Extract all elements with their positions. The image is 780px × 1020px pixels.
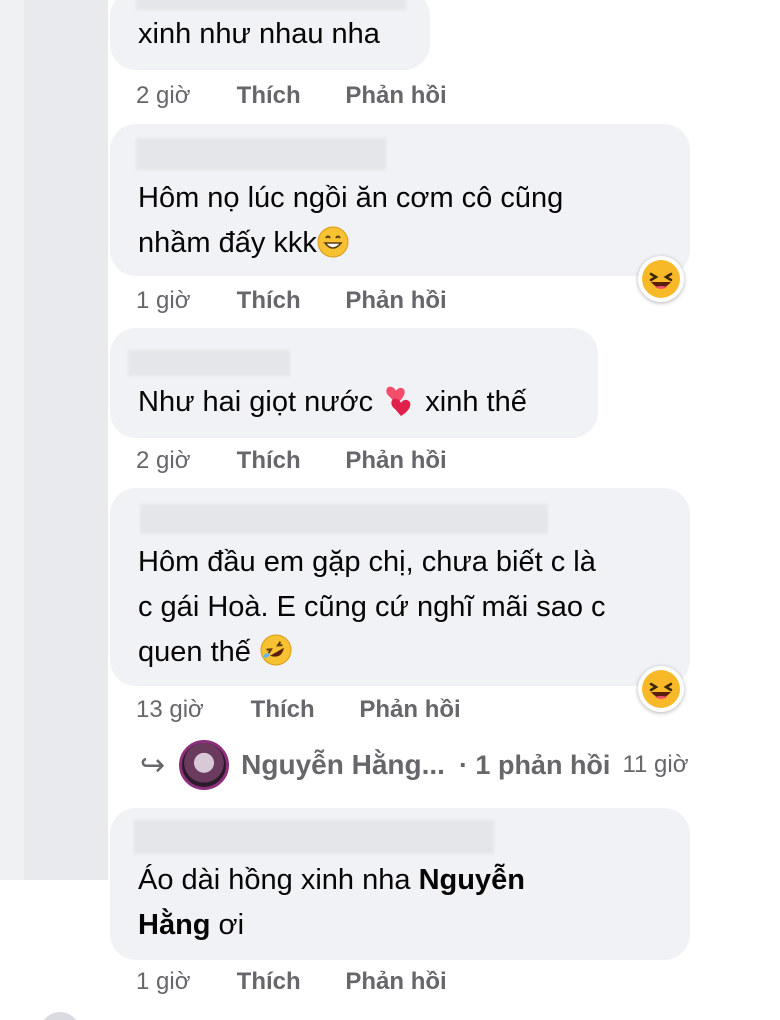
avatar (179, 740, 230, 790)
two-hearts-icon (381, 383, 417, 431)
comment-text: Hôm nọ lúc ngồi ăn cơm cô cũng nhầm đấy … (138, 176, 563, 272)
comment-bubble-5: Áo dài hồng xinh nha Nguyễn Hằng ơi (110, 808, 690, 960)
left-panel-shade (24, 0, 108, 880)
reply-button[interactable]: Phản hồi (345, 968, 446, 996)
grinning-face-icon (317, 226, 349, 272)
comment-time: 1 giờ (136, 287, 191, 314)
reply-count[interactable]: · 1 phản hồi (459, 750, 611, 781)
blurred-author-name (136, 0, 406, 10)
blurred-author-name (134, 820, 494, 854)
reply-button[interactable]: Phản hồi (345, 82, 446, 110)
mentioned-user[interactable]: Hằng (138, 909, 211, 941)
reply-author-name[interactable]: Nguyễn Hằng... (241, 749, 445, 781)
comment-bubble-2: Hôm nọ lúc ngồi ăn cơm cô cũng nhầm đấy … (110, 124, 690, 276)
reply-button[interactable]: Phản hồi (345, 287, 446, 315)
like-button[interactable]: Thích (237, 447, 339, 475)
reply-arrow-icon: ↪ (140, 748, 166, 782)
like-button[interactable]: Thích (237, 82, 339, 110)
comment-meta-1: 2 giờ Thích Phản hồi (136, 82, 447, 110)
blurred-author-name (136, 138, 386, 170)
comment-time: 13 giờ (136, 696, 204, 723)
comment-time: 2 giờ (136, 447, 191, 474)
comment-meta-2: 1 giờ Thích Phản hồi (136, 287, 447, 315)
like-button[interactable]: Thích (237, 968, 339, 996)
mentioned-user[interactable]: Nguyễn (419, 864, 525, 896)
blurred-author-name (128, 350, 290, 376)
left-panel-strip (0, 0, 108, 880)
comment-thread: xinh như nhau nha 2 giờ Thích Phản hồi H… (0, 0, 780, 1020)
laughing-face-icon[interactable] (638, 666, 684, 712)
avatar (40, 1012, 80, 1020)
reply-time: 11 giờ (622, 751, 689, 778)
comment-text: xinh như nhau nha (138, 18, 380, 50)
reply-button[interactable]: Phản hồi (345, 447, 446, 475)
comment-meta-5: 1 giờ Thích Phản hồi (136, 968, 447, 996)
laughing-face-icon[interactable] (638, 256, 684, 302)
comment-text: Hôm đầu em gặp chị, chưa biết c là c gái… (138, 540, 606, 681)
comment-text: Như hai giọt nước xinh thế (138, 380, 527, 431)
like-button[interactable]: Thích (251, 696, 353, 724)
comment-bubble-1: xinh như nhau nha (110, 0, 430, 70)
comment-time: 2 giờ (136, 82, 191, 109)
comment-time: 1 giờ (136, 968, 191, 995)
comment-meta-4: 13 giờ Thích Phản hồi (136, 696, 461, 724)
comment-meta-3: 2 giờ Thích Phản hồi (136, 447, 447, 475)
rolling-on-floor-laughing-icon (259, 633, 293, 681)
blurred-author-name (140, 504, 548, 534)
comment-bubble-4: Hôm đầu em gặp chị, chưa biết c là c gái… (110, 488, 690, 686)
view-replies-link[interactable]: ↪ Nguyễn Hằng... · 1 phản hồi 11 giờ (140, 738, 688, 792)
comment-bubble-3: Như hai giọt nước xinh thế (110, 328, 598, 438)
reply-button[interactable]: Phản hồi (359, 696, 460, 724)
comment-text: Áo dài hồng xinh nha Nguyễn Hằng ơi (138, 864, 525, 941)
like-button[interactable]: Thích (237, 287, 339, 315)
